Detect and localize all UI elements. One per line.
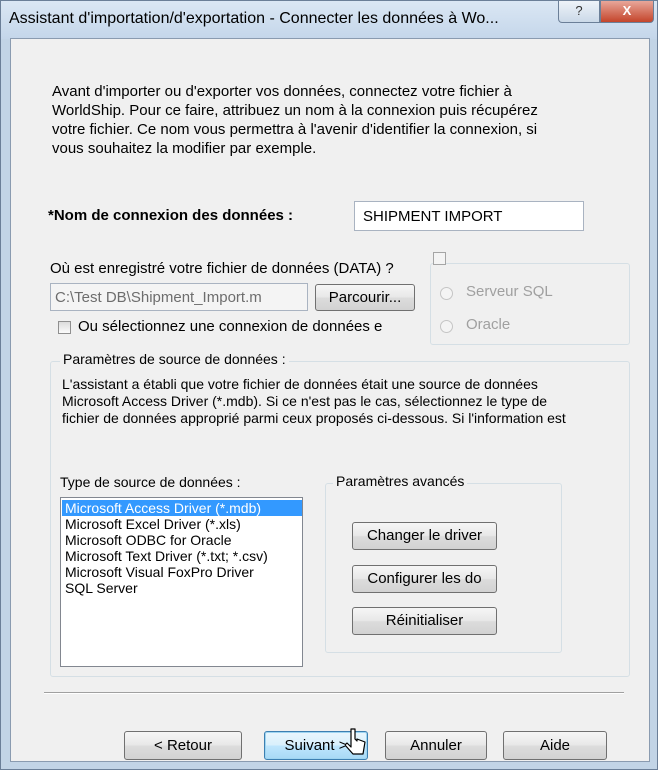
data-file-label: Où est enregistré votre fichier de donné… bbox=[50, 260, 394, 277]
question-icon: ? bbox=[575, 3, 583, 18]
close-button[interactable]: X bbox=[600, 1, 654, 23]
server-group bbox=[430, 263, 630, 345]
oracle-label: Oracle bbox=[466, 316, 511, 333]
connection-name-input[interactable] bbox=[354, 201, 584, 231]
list-item[interactable]: Microsoft Text Driver (*.txt; *.csv) bbox=[62, 548, 302, 564]
data-source-type-list[interactable]: Microsoft Access Driver (*.mdb) Microsof… bbox=[60, 497, 303, 667]
sql-server-label: Serveur SQL bbox=[466, 283, 553, 300]
list-item[interactable]: Microsoft ODBC for Oracle bbox=[62, 532, 302, 548]
window-title: Assistant d'importation/d'exportation - … bbox=[9, 10, 499, 27]
reset-button[interactable]: Réinitialiser bbox=[352, 607, 497, 635]
list-item[interactable]: Microsoft Access Driver (*.mdb) bbox=[62, 500, 302, 516]
existing-connection-label: Ou sélectionnez une connexion de données… bbox=[78, 318, 383, 335]
data-source-params-title: Paramètres de source de données : bbox=[60, 351, 289, 367]
cursor-icon bbox=[345, 728, 366, 755]
back-button[interactable]: < Retour bbox=[124, 731, 242, 760]
data-source-type-label: Type de source de données : bbox=[60, 474, 241, 490]
server-group-checkbox[interactable] bbox=[433, 252, 446, 265]
oracle-radio[interactable] bbox=[440, 320, 453, 333]
list-item[interactable]: Microsoft Visual FoxPro Driver bbox=[62, 564, 302, 580]
intro-text: Avant d'importer ou d'exporter vos donné… bbox=[52, 83, 538, 157]
footer-separator bbox=[44, 692, 624, 694]
help-button[interactable]: Aide bbox=[503, 731, 607, 760]
sql-server-radio[interactable] bbox=[440, 287, 453, 300]
browse-button[interactable]: Parcourir... bbox=[315, 284, 415, 311]
configure-button[interactable]: Configurer les do bbox=[352, 565, 497, 593]
advanced-params-title: Paramètres avancés bbox=[333, 473, 468, 489]
connection-name-label: *Nom de connexion des données : bbox=[48, 207, 294, 224]
existing-connection-checkbox[interactable] bbox=[58, 321, 71, 334]
cancel-button[interactable]: Annuler bbox=[385, 731, 487, 760]
data-source-description: L'assistant a établi que votre fichier d… bbox=[62, 376, 566, 430]
close-icon: X bbox=[622, 3, 632, 18]
data-file-path-input[interactable] bbox=[50, 283, 308, 311]
list-item[interactable]: Microsoft Excel Driver (*.xls) bbox=[62, 516, 302, 532]
change-driver-button[interactable]: Changer le driver bbox=[352, 522, 497, 550]
help-caption-button[interactable]: ? bbox=[558, 1, 600, 23]
list-item[interactable]: SQL Server bbox=[62, 580, 302, 596]
